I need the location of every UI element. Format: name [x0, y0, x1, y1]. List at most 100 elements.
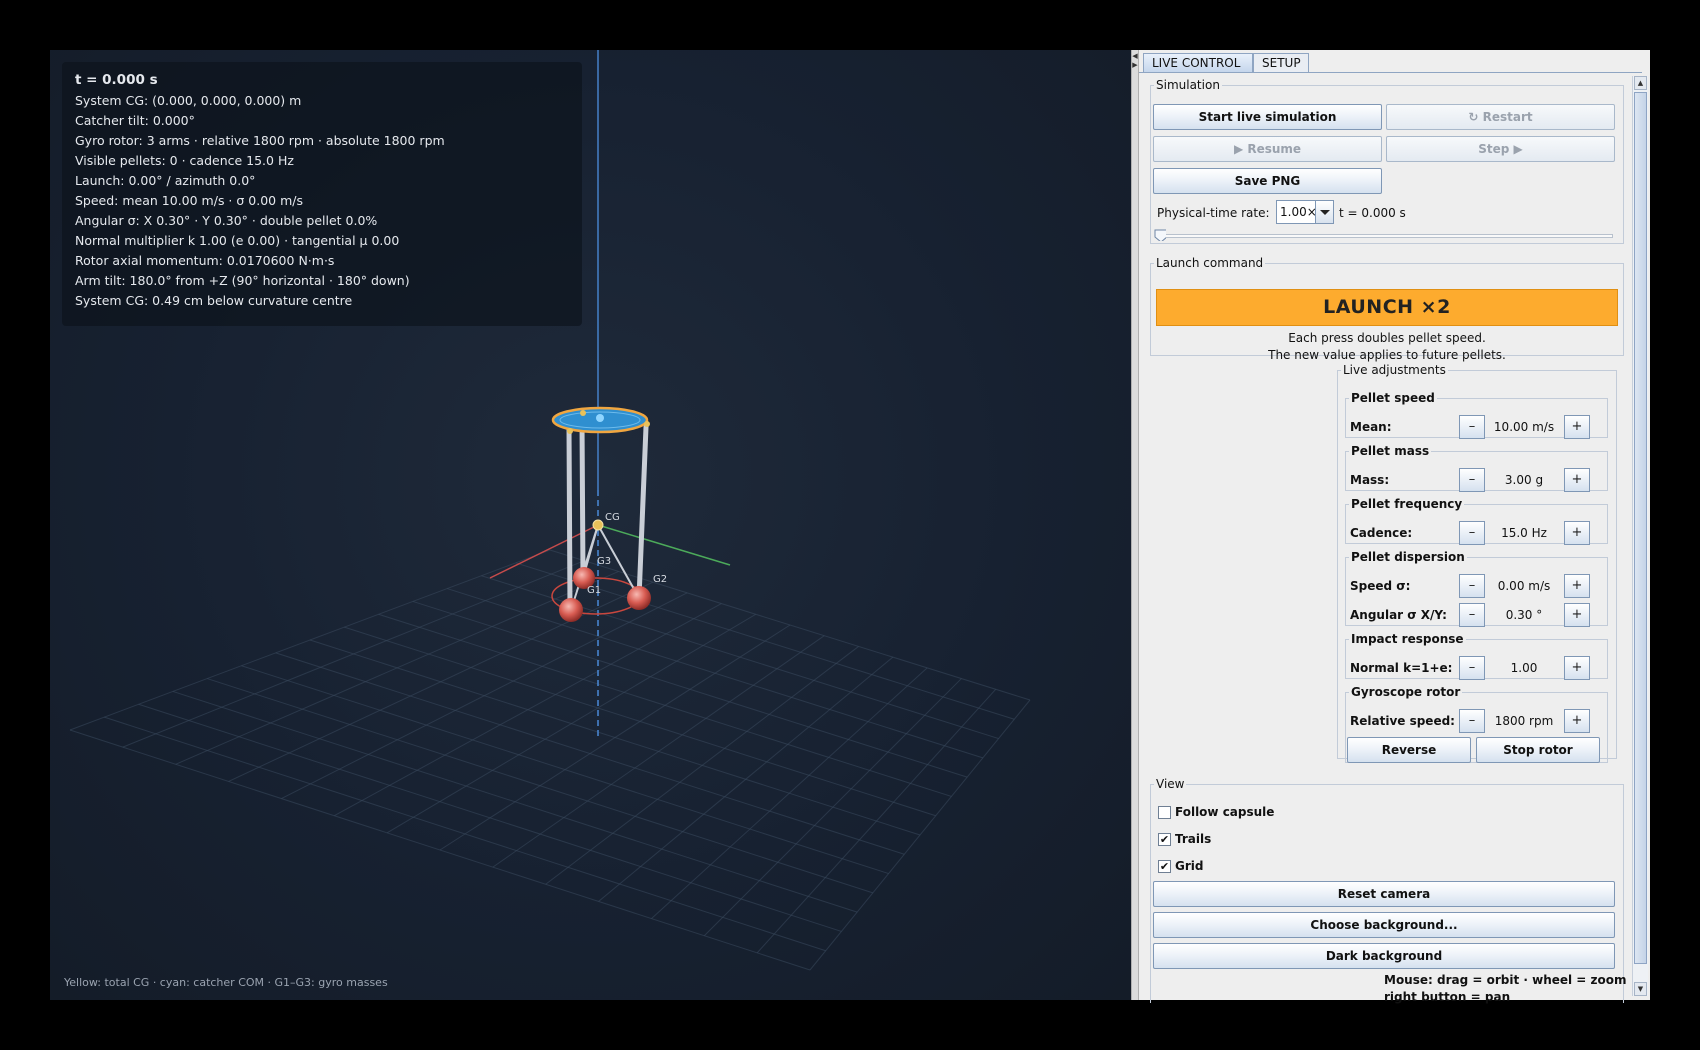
trails-checkbox[interactable]: ✔: [1158, 833, 1171, 846]
hud-line: Angular σ: X 0.30° · Y 0.30° · double pe…: [75, 213, 378, 228]
tab-setup[interactable]: SETUP: [1253, 53, 1309, 72]
impact-response-title: Impact response: [1351, 632, 1464, 646]
panel-scrollbar[interactable]: ▲ ▼: [1632, 76, 1648, 996]
grid-line: [492, 635, 825, 868]
live-adjustments-title: Live adjustments: [1343, 363, 1446, 377]
view-group: View Follow capsule ✔ Trails ✔ Grid Rese…: [1150, 777, 1627, 1004]
impact-response-group: Impact response Normal k=1+e: – 1.00 +: [1345, 632, 1608, 680]
support-rod: [636, 424, 649, 601]
launch-x2-button[interactable]: LAUNCH ×2: [1156, 289, 1618, 326]
3d-viewport[interactable]: CG G3 G2 G1 t = 0.000 s System CG: (0.00…: [50, 50, 1132, 1000]
support-rod: [579, 419, 586, 581]
dark-background-button[interactable]: Dark background: [1153, 943, 1615, 969]
pellet-speed-label: Mean:: [1350, 420, 1392, 434]
collapse-left-icon[interactable]: ◀: [1132, 52, 1138, 60]
hud-line: System CG: (0.000, 0.000, 0.000) m: [75, 93, 302, 108]
grid-label: Grid: [1175, 859, 1204, 873]
rotor-speed-value: 1800 rpm: [1494, 714, 1554, 728]
speed-sigma-value: 0.00 m/s: [1497, 579, 1551, 593]
cg-label: CG: [605, 512, 620, 523]
rate-select[interactable]: 1.00×: [1276, 200, 1334, 224]
resume-button[interactable]: ▶ Resume: [1153, 136, 1382, 162]
g1-label: G1: [587, 585, 601, 596]
pellet-mass-decrease-button[interactable]: –: [1459, 468, 1485, 492]
control-panel: LIVE CONTROL SETUP ▲ ▼ Simulation Start …: [1139, 50, 1650, 1004]
rotor-speed-increase-button[interactable]: +: [1564, 709, 1590, 733]
pellet-mass-title: Pellet mass: [1351, 444, 1430, 458]
gyroscope-rotor-group: Gyroscope rotor Relative speed: – 1800 r…: [1345, 685, 1608, 763]
pellet-mass-increase-button[interactable]: +: [1564, 468, 1590, 492]
grid-line: [446, 588, 984, 759]
hud-line: Rotor axial momentum: 0.0170600 N·m·s: [75, 253, 335, 268]
system-cg-marker: [592, 519, 604, 531]
chevron-down-icon[interactable]: [1315, 201, 1333, 223]
simulation-title: Simulation: [1156, 78, 1220, 92]
scroll-thumb[interactable]: [1634, 92, 1647, 964]
hud-line: Launch: 0.00° / azimuth 0.0°: [75, 173, 256, 188]
hud-line: Catcher tilt: 0.000°: [75, 113, 195, 128]
speed-sigma-increase-button[interactable]: +: [1564, 574, 1590, 598]
angular-sigma-decrease-button[interactable]: –: [1459, 603, 1485, 627]
gyro-mass-g1: [559, 598, 583, 622]
pellet-frequency-group: Pellet frequency Cadence: – 15.0 Hz +: [1345, 497, 1608, 545]
floor-grid: [69, 549, 1031, 971]
rotor-speed-decrease-button[interactable]: –: [1459, 709, 1485, 733]
scroll-down-icon[interactable]: ▼: [1634, 982, 1647, 996]
tab-live-control[interactable]: LIVE CONTROL: [1143, 53, 1253, 72]
start-simulation-button[interactable]: Start live simulation: [1153, 104, 1382, 130]
reset-camera-button[interactable]: Reset camera: [1153, 881, 1615, 907]
pellet-speed-group: Pellet speed Mean: – 10.00 m/s +: [1345, 391, 1608, 439]
g3-label: G3: [597, 556, 611, 567]
app-window: CG G3 G2 G1 t = 0.000 s System CG: (0.00…: [50, 50, 1650, 1004]
hud-line: Normal multiplier k 1.00 (e 0.00) · tang…: [75, 233, 400, 248]
grid-line: [651, 667, 928, 919]
grid-line: [598, 656, 894, 902]
normal-k-decrease-button[interactable]: –: [1459, 656, 1485, 680]
launch-group: Launch command LAUNCH ×2 Each press doub…: [1150, 256, 1624, 362]
pellet-frequency-title: Pellet frequency: [1351, 497, 1463, 511]
hud-line: Visible pellets: 0 · cadence 15.0 Hz: [75, 153, 294, 168]
time-slider-thumb[interactable]: [1154, 229, 1166, 241]
view-title: View: [1156, 777, 1185, 791]
catcher-com-marker: [596, 414, 604, 422]
grid-line: [439, 624, 791, 851]
grid-line: [549, 549, 1031, 701]
reverse-rotor-button[interactable]: Reverse: [1347, 737, 1471, 763]
collapse-right-icon[interactable]: ▶: [1132, 61, 1138, 69]
time-slider-track[interactable]: [1157, 234, 1613, 238]
relative-speed-label: Relative speed:: [1350, 714, 1455, 728]
g2-label: G2: [653, 574, 667, 585]
step-button[interactable]: Step ▶: [1386, 136, 1615, 162]
stop-rotor-button[interactable]: Stop rotor: [1476, 737, 1600, 763]
choose-background-button[interactable]: Choose background...: [1153, 912, 1615, 938]
pellet-speed-value: 10.00 m/s: [1493, 420, 1555, 434]
live-adjustments-group: Live adjustments Pellet speed Mean: – 10…: [1337, 363, 1617, 763]
angular-sigma-increase-button[interactable]: +: [1564, 603, 1590, 627]
grid-line: [703, 678, 962, 937]
hud-time: t = 0.000 s: [75, 72, 158, 88]
grid-line: [756, 688, 997, 954]
pellet-mass-value: 3.00 g: [1504, 473, 1544, 487]
follow-capsule-checkbox[interactable]: [1158, 806, 1171, 819]
cadence-increase-button[interactable]: +: [1564, 521, 1590, 545]
sim-time-readout: t = 0.000 s: [1339, 206, 1406, 220]
pellet-speed-increase-button[interactable]: +: [1564, 415, 1590, 439]
pellet-mass-label: Mass:: [1350, 473, 1390, 487]
gyro-mass-g2: [627, 586, 651, 610]
cadence-decrease-button[interactable]: –: [1459, 521, 1485, 545]
save-png-button[interactable]: Save PNG: [1153, 168, 1382, 194]
pellet-mass-group: Pellet mass Mass: – 3.00 g +: [1345, 444, 1608, 492]
hud-line: System CG: 0.49 cm below curvature centr…: [75, 293, 353, 308]
split-divider[interactable]: ◀ ▶: [1131, 50, 1139, 1000]
normal-k-increase-button[interactable]: +: [1564, 656, 1590, 680]
pellet-speed-decrease-button[interactable]: –: [1459, 415, 1485, 439]
scroll-up-icon[interactable]: ▲: [1634, 76, 1647, 90]
support-rod: [566, 424, 573, 613]
grid-checkbox[interactable]: ✔: [1158, 860, 1171, 873]
restart-button[interactable]: ↻ Restart: [1386, 104, 1615, 130]
angular-sigma-value: 0.30 °: [1505, 608, 1543, 622]
speed-sigma-decrease-button[interactable]: –: [1459, 574, 1485, 598]
follow-capsule-label: Follow capsule: [1175, 805, 1275, 819]
normal-k-label: Normal k=1+e:: [1350, 661, 1453, 675]
cadence-label: Cadence:: [1350, 526, 1413, 540]
